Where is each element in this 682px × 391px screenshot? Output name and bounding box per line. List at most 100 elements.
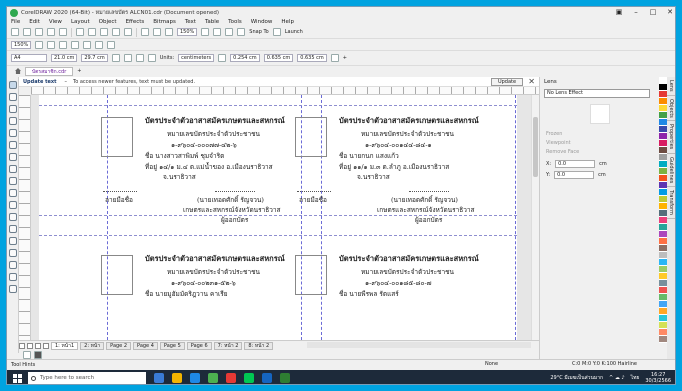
photo-placeholder[interactable] (295, 117, 327, 157)
color-swatch[interactable] (659, 91, 667, 98)
document-page[interactable]: บัตรประจำตัวอาสาสมัครเกษตรและสหกรณ์ หมาย… (39, 95, 517, 340)
document-tab[interactable]: บัตรสมาชิก.cdr (25, 66, 74, 76)
clock[interactable]: 16:27 30/3/2566 (645, 372, 671, 384)
options-gear-icon[interactable] (272, 28, 281, 36)
word-icon[interactable] (262, 373, 272, 383)
crop-tool-icon[interactable] (9, 105, 17, 113)
page-tab[interactable]: Page 6 (186, 341, 212, 350)
zoom-page-icon[interactable] (83, 40, 92, 49)
color-swatch[interactable] (659, 301, 667, 308)
horizontal-scrollbar[interactable] (307, 342, 531, 348)
menu-bitmaps[interactable]: Bitmaps (153, 19, 176, 25)
color-swatch[interactable] (659, 126, 667, 133)
color-swatch[interactable] (659, 133, 667, 140)
member-card[interactable]: บัตรประจำตัวอาสาสมัครเกษตรและสหกรณ์ หมาย… (291, 247, 513, 340)
color-swatch[interactable] (659, 98, 667, 105)
zoom-out-icon[interactable] (47, 40, 56, 49)
color-swatch[interactable] (659, 84, 667, 91)
maximize-button[interactable]: □ (649, 7, 657, 18)
transparency-tool-icon[interactable] (9, 237, 17, 245)
color-swatch[interactable] (659, 336, 667, 343)
ellipse-tool-icon[interactable] (9, 165, 17, 173)
page-tab[interactable]: Page 2 (106, 341, 132, 350)
language-indicator[interactable]: ไทย (631, 374, 640, 382)
add-icon[interactable]: + (343, 55, 347, 61)
photo-placeholder[interactable] (101, 117, 133, 157)
next-page-icon[interactable] (35, 342, 41, 349)
page-tab[interactable]: 7: หน้า 2 (213, 341, 243, 350)
frozen-checkbox[interactable]: Frozen (546, 130, 659, 139)
nudge-distance-input[interactable]: 0.254 cm (230, 54, 260, 62)
save-icon[interactable] (35, 28, 43, 36)
close-button[interactable]: ✕ (666, 7, 674, 18)
first-page-icon[interactable] (19, 342, 25, 349)
print-icon[interactable] (59, 28, 67, 36)
fill-indicator[interactable]: None (485, 361, 498, 367)
page-height-input[interactable]: 29.7 cm (81, 54, 108, 62)
close-icon[interactable]: ✕ (528, 77, 535, 87)
color-swatch[interactable] (659, 259, 667, 266)
landscape-icon[interactable] (123, 54, 132, 62)
home-icon[interactable] (15, 68, 21, 74)
menu-file[interactable]: File (11, 19, 20, 25)
guideline-horizontal[interactable] (39, 235, 517, 236)
tool-hints[interactable]: Tool Hints (11, 362, 35, 368)
viewpoint-checkbox[interactable]: Viewpoint (546, 139, 659, 148)
previous-page-icon[interactable] (27, 342, 33, 349)
taskbar-search[interactable]: Type here to search (28, 372, 146, 384)
color-swatch[interactable] (659, 196, 667, 203)
last-page-icon[interactable] (43, 342, 49, 349)
color-swatch[interactable] (659, 77, 667, 84)
vertical-ruler[interactable] (19, 95, 31, 340)
color-swatch[interactable] (659, 280, 667, 287)
update-button[interactable]: Update (491, 78, 523, 86)
color-swatch[interactable] (659, 315, 667, 322)
units-select[interactable]: centimeters (178, 54, 215, 62)
page-tab[interactable]: 8: หน้า 2 (244, 341, 274, 350)
color-swatch[interactable] (659, 308, 667, 315)
text-tool-icon[interactable] (9, 189, 17, 197)
show-grid-icon[interactable] (225, 28, 234, 36)
show-guidelines-icon[interactable] (237, 28, 246, 36)
member-card[interactable]: บัตรประจำตัวอาสาสมัครเกษตรและสหกรณ์ หมาย… (97, 247, 319, 340)
scroll-thumb[interactable] (533, 117, 538, 177)
weather-widget[interactable]: 29°C มีเมฆเป็นส่วนมาก (550, 374, 603, 382)
publish-pdf-icon[interactable] (165, 28, 173, 36)
duplicate-distance-x-input[interactable]: 0.635 cm (263, 54, 294, 62)
current-page-icon[interactable] (147, 54, 156, 62)
page-size-select[interactable]: A4 (11, 54, 47, 62)
color-swatch[interactable] (659, 105, 667, 112)
menu-edit[interactable]: Edit (29, 19, 40, 25)
member-card[interactable]: บัตรประจำตัวอาสาสมัครเกษตรและสหกรณ์ หมาย… (97, 109, 319, 234)
zoom-in-icon[interactable] (35, 40, 44, 49)
color-swatch[interactable] (659, 161, 667, 168)
connector-tool-icon[interactable] (9, 213, 17, 221)
menu-window[interactable]: Window (251, 19, 273, 25)
viewpoint-x-input[interactable]: 0.0 (555, 160, 596, 168)
color-swatch[interactable] (659, 294, 667, 301)
windows-start-icon[interactable] (13, 373, 22, 383)
pick-tool-icon[interactable] (9, 81, 17, 89)
palette-arrow-icon[interactable] (23, 350, 31, 359)
eyedropper-icon[interactable] (9, 249, 17, 257)
coreldraw-taskbar-icon[interactable] (280, 373, 290, 383)
interactive-fill-icon[interactable] (9, 261, 17, 269)
line-icon[interactable] (244, 373, 254, 383)
chrome-icon[interactable] (208, 373, 218, 383)
artistic-media-icon[interactable] (9, 141, 17, 149)
page-tab[interactable]: Page 5 (159, 341, 185, 350)
zoom-level-select[interactable]: 150% (177, 28, 198, 36)
color-swatch[interactable] (659, 329, 667, 336)
docker-tab-lens[interactable]: Lens (667, 77, 675, 96)
smart-fill-icon[interactable] (9, 273, 17, 281)
menu-layout[interactable]: Layout (71, 19, 90, 25)
edge-icon[interactable] (190, 373, 200, 383)
duplicate-distance-y-input[interactable]: 0.635 cm (297, 54, 327, 62)
menu-tools[interactable]: Tools (228, 19, 242, 25)
color-swatch[interactable] (659, 252, 667, 259)
show-rulers-icon[interactable] (213, 28, 222, 36)
portrait-icon[interactable] (111, 54, 120, 62)
page-width-input[interactable]: 21.0 cm (51, 54, 78, 62)
color-swatch[interactable] (659, 175, 667, 182)
vertical-scrollbar[interactable] (531, 95, 539, 340)
